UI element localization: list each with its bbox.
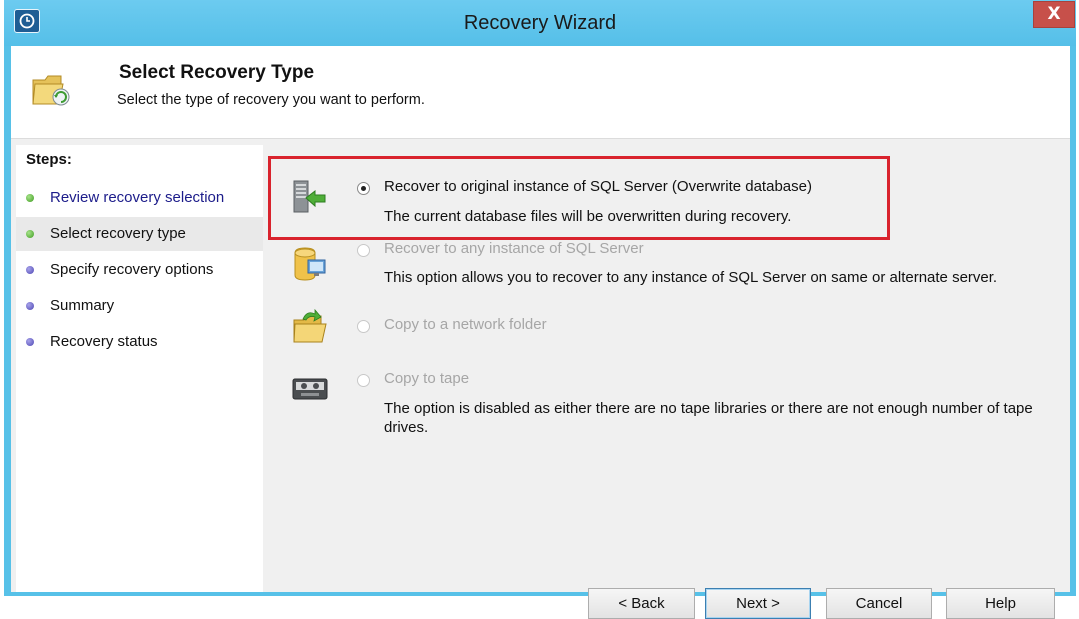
step-select-recovery-type[interactable]: Select recovery type bbox=[16, 217, 263, 251]
step-complete-dot-icon bbox=[26, 194, 34, 202]
recover-any-instance-label[interactable]: Recover to any instance of SQL Server bbox=[384, 240, 644, 257]
step-pending-dot-icon bbox=[26, 266, 34, 274]
title-bar[interactable]: Recovery Wizard X bbox=[4, 0, 1076, 46]
step-label: Select recovery type bbox=[50, 225, 186, 242]
step-specify-recovery-options: Specify recovery options bbox=[16, 253, 263, 287]
copy-network-folder-radio[interactable] bbox=[357, 320, 370, 333]
copy-to-tape-radio[interactable] bbox=[357, 374, 370, 387]
database-server-icon bbox=[291, 245, 329, 287]
help-button[interactable]: Help bbox=[946, 588, 1055, 619]
recovery-wizard-window: Recovery Wizard X Select Recovery Type S… bbox=[4, 0, 1076, 619]
page-subtitle: Select the type of recovery you want to … bbox=[117, 92, 425, 108]
window-title: Recovery Wizard bbox=[463, 12, 617, 34]
copy-to-tape-description: The option is disabled as either there a… bbox=[384, 400, 1033, 436]
recovery-folder-icon bbox=[31, 70, 75, 114]
cancel-button[interactable]: Cancel bbox=[826, 588, 932, 619]
step-pending-dot-icon bbox=[26, 302, 34, 310]
page-title: Select Recovery Type bbox=[119, 62, 315, 83]
close-button[interactable]: X bbox=[1033, 1, 1075, 28]
wizard-client-area: Select Recovery Type Select the type of … bbox=[11, 46, 1070, 619]
back-button[interactable]: < Back bbox=[588, 588, 695, 619]
step-pending-dot-icon bbox=[26, 338, 34, 346]
tape-icon bbox=[291, 373, 329, 407]
next-button[interactable]: Next > bbox=[705, 588, 811, 619]
step-label[interactable]: Review recovery selection bbox=[50, 189, 224, 206]
step-review-recovery-selection[interactable]: Review recovery selection bbox=[16, 181, 263, 215]
step-complete-dot-icon bbox=[26, 230, 34, 238]
steps-heading: Steps: bbox=[26, 151, 72, 168]
step-summary: Summary bbox=[16, 289, 263, 323]
recover-any-instance-description: This option allows you to recover to any… bbox=[384, 269, 998, 286]
step-recovery-status: Recovery status bbox=[16, 325, 263, 359]
wizard-header: Select Recovery Type Select the type of … bbox=[11, 46, 1070, 139]
step-label: Summary bbox=[50, 297, 115, 314]
copy-to-tape-label[interactable]: Copy to tape bbox=[384, 370, 469, 387]
copy-network-folder-label[interactable]: Copy to a network folder bbox=[384, 316, 547, 333]
recover-any-instance-radio[interactable] bbox=[357, 244, 370, 257]
network-folder-icon bbox=[291, 308, 329, 350]
highlight-annotation-box bbox=[268, 156, 890, 240]
step-label: Specify recovery options bbox=[50, 261, 214, 278]
steps-panel: Steps: Review recovery selection Select … bbox=[16, 145, 263, 592]
step-label: Recovery status bbox=[50, 333, 158, 350]
